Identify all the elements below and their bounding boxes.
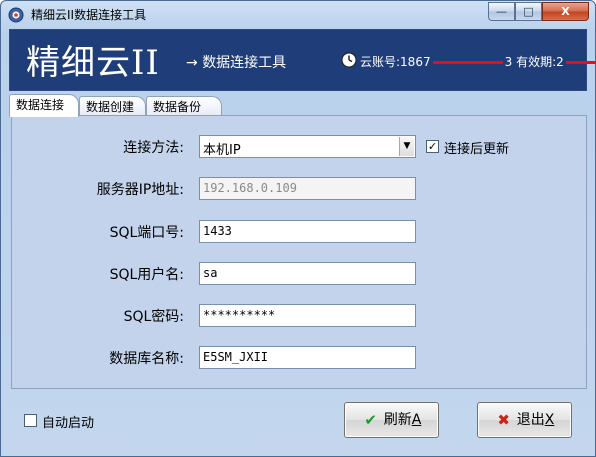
autostart-checkbox[interactable] (24, 414, 37, 427)
port-label: SQL端口号: (109, 225, 184, 241)
port-field[interactable]: 1433 (199, 220, 416, 243)
tab-data-create[interactable]: 数据创建 (79, 96, 146, 116)
app-icon (8, 7, 24, 23)
connection-panel: 连接方法: 本机IP ▼ ✓ 连接后更新 服务器IP地址: 192.168.0.… (11, 115, 587, 389)
server-ip-field[interactable]: 192.168.0.109 (199, 177, 416, 200)
autostart-label: 自动启动 (42, 416, 95, 431)
exit-hotkey: X (544, 412, 555, 428)
refresh-hotkey: A (411, 412, 422, 428)
tab-data-backup[interactable]: 数据备份 (146, 96, 222, 116)
redaction-bar (565, 61, 596, 64)
arrow-icon: → (186, 55, 198, 71)
redaction-bar (432, 61, 503, 64)
expiry-label: 有效期:2 (516, 55, 564, 69)
exit-button[interactable]: ✖ 退出X (477, 402, 572, 438)
dbname-field[interactable]: E5SM_JXII (199, 346, 416, 369)
brand-subtitle: → 数据连接工具 (186, 52, 286, 72)
exit-label: 退出 (516, 412, 545, 428)
dbname-label: 数据库名称: (109, 351, 184, 367)
brand-title: 精细云II (26, 43, 160, 83)
title-bar[interactable]: 精细云II数据连接工具 — □ X (1, 1, 595, 28)
password-field[interactable]: ********** (199, 304, 416, 327)
account-tail: 3 (504, 55, 513, 69)
refresh-label: 刷新 (383, 412, 412, 428)
header-banner: 精细云II → 数据连接工具 云账号:18673 有效期:21 (9, 29, 596, 91)
user-label: SQL用户名: (109, 267, 184, 283)
checkmark-icon: ✔ (364, 411, 377, 429)
account-label: 云账号:1867 (360, 55, 431, 69)
app-window: 精细云II数据连接工具 — □ X 精细云II → 数据连接工具 云账号:186… (0, 0, 596, 457)
update-after-connect-label: 连接后更新 (444, 142, 510, 157)
update-after-connect-checkbox[interactable]: ✓ (426, 140, 439, 153)
chevron-down-icon[interactable]: ▼ (399, 137, 414, 156)
refresh-button[interactable]: ✔ 刷新A (344, 402, 439, 438)
server-ip-label: 服务器IP地址: (96, 182, 184, 198)
tab-data-connect[interactable]: 数据连接 (9, 94, 79, 117)
method-value: 本机IP (203, 143, 241, 158)
account-info: 云账号:18673 有效期:21 (360, 53, 596, 70)
user-field[interactable]: sa (199, 262, 416, 285)
exit-icon: ✖ (497, 411, 510, 429)
clock-icon (341, 52, 357, 68)
method-select[interactable]: 本机IP ▼ (199, 135, 416, 158)
minimize-button[interactable]: — (488, 2, 515, 21)
window-title: 精细云II数据连接工具 (31, 8, 147, 22)
close-button[interactable]: X (542, 2, 589, 21)
password-label: SQL密码: (123, 309, 184, 325)
maximize-button[interactable]: □ (515, 2, 542, 21)
subtitle-text: 数据连接工具 (202, 55, 287, 71)
method-label: 连接方法: (123, 140, 184, 156)
